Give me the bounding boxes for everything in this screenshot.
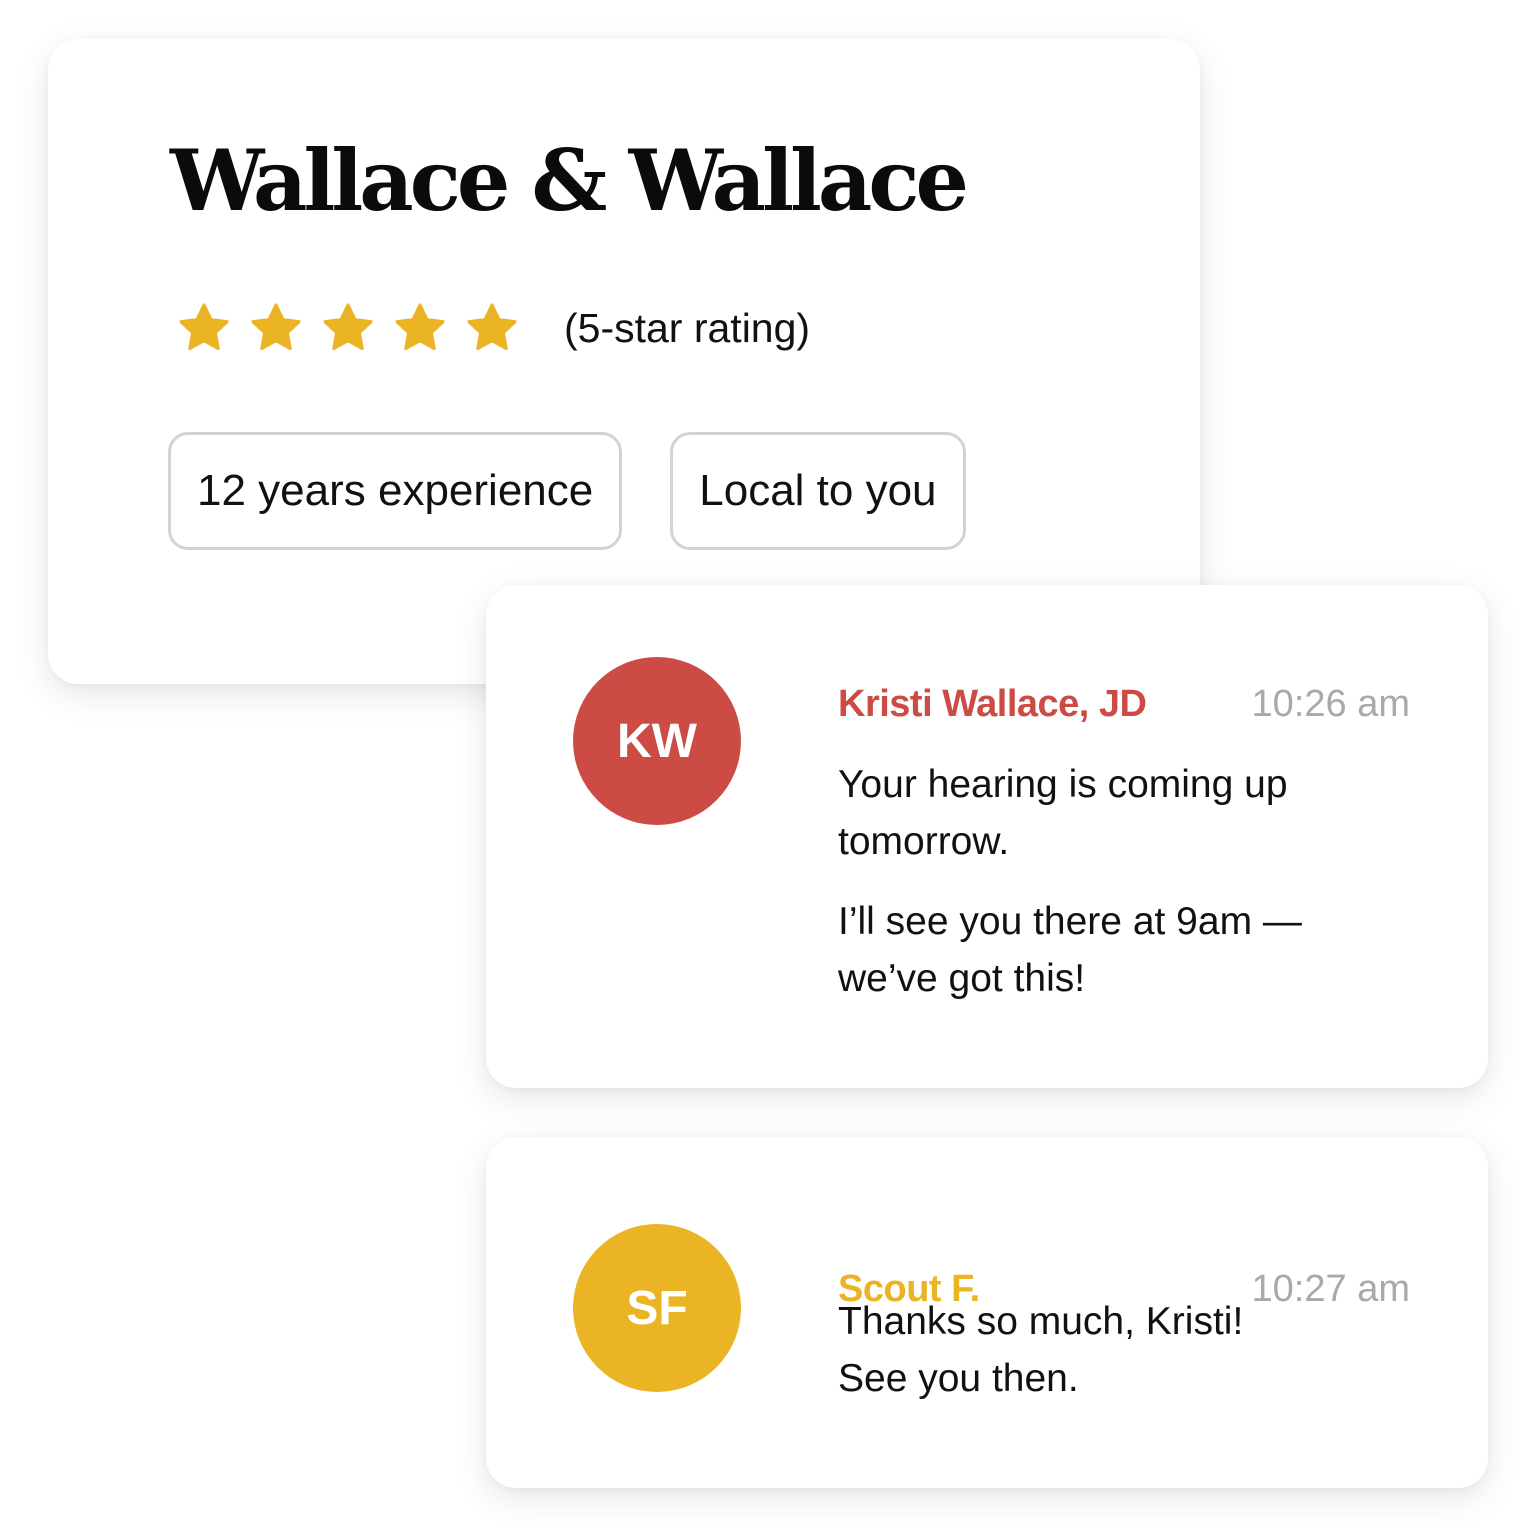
timestamp: 10:26 am [1251, 683, 1410, 725]
star-icon [251, 303, 301, 351]
message-paragraph: Thanks so much, Kristi! [838, 1300, 1244, 1343]
avatar: SF [573, 1224, 741, 1392]
message-card: SF Scout F. 10:27 am Thanks so much, Kri… [486, 1137, 1488, 1488]
star-icon [467, 303, 517, 351]
star-icon [395, 303, 445, 351]
message-body: Thanks so much, Kristi! See you then. [838, 1293, 1358, 1407]
firm-name: Wallace & Wallace [170, 131, 969, 230]
message-body: Your hearing is coming up tomorrow. I’ll… [838, 756, 1358, 1007]
badge-local: Local to you [670, 432, 966, 550]
badge-list: 12 years experience Local to you [168, 432, 966, 550]
rating: (5-star rating) [176, 301, 810, 355]
star-icon [179, 303, 229, 351]
avatar: KW [573, 657, 741, 825]
sender-name: Kristi Wallace, JD [838, 683, 1147, 725]
message-card: KW Kristi Wallace, JD 10:26 am Your hear… [486, 585, 1488, 1088]
badge-experience: 12 years experience [168, 432, 623, 550]
star-rating [176, 301, 520, 355]
rating-label: (5-star rating) [564, 304, 811, 351]
star-icon [323, 303, 373, 351]
message-header: Kristi Wallace, JD 10:26 am [838, 683, 1410, 726]
message-paragraph: See you then. [838, 1357, 1079, 1400]
message-paragraph: Your hearing is coming up tomorrow. [838, 763, 1288, 863]
message-paragraph: I’ll see you there at 9am — we’ve got th… [838, 900, 1302, 1000]
